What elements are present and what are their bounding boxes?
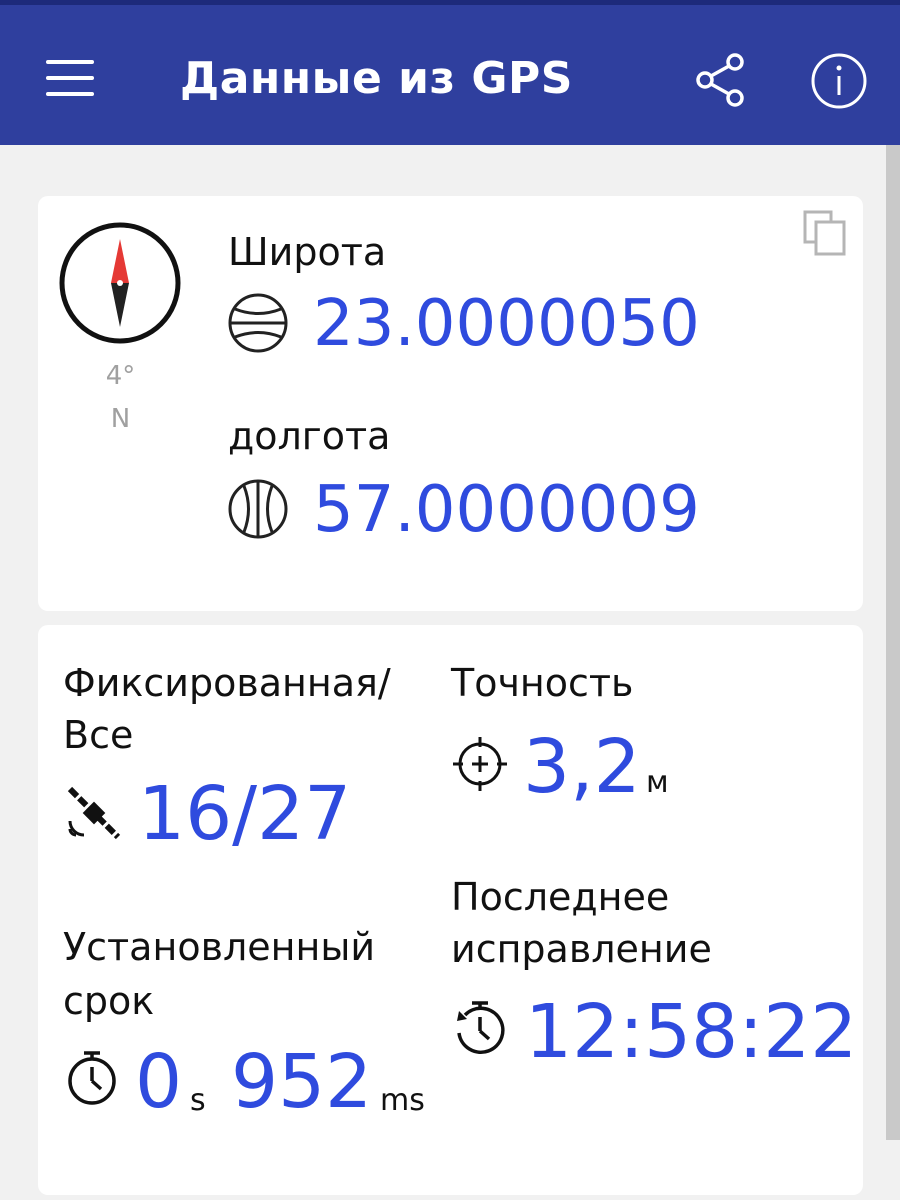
time-to-fix-label-line2: срок — [63, 979, 155, 1023]
accuracy-value: 3,2 — [523, 724, 641, 810]
time-to-fix-millis-unit: ms — [380, 1083, 425, 1118]
stopwatch-icon — [68, 1051, 116, 1105]
app-bar: Данные из GPS — [0, 0, 900, 145]
satellite-icon — [67, 786, 121, 840]
share-icon[interactable] — [695, 52, 747, 108]
last-fix-label-line1: Последнее — [451, 875, 670, 919]
time-to-fix-label-line1: Установленный — [63, 925, 376, 969]
accuracy-label: Точность — [451, 661, 634, 705]
compass-direction: N — [110, 404, 131, 434]
info-icon[interactable] — [810, 52, 868, 110]
satellites-label-line1: Фиксированная/ — [63, 661, 391, 705]
scrollbar[interactable] — [886, 145, 900, 1140]
hamburger-menu-icon[interactable] — [46, 60, 94, 96]
longitude-value: 57.0000009 — [313, 473, 700, 547]
longitude-label: долгота — [228, 414, 391, 458]
latitude-value: 23.0000050 — [313, 287, 700, 361]
copy-icon[interactable] — [803, 210, 849, 256]
longitude-globe-icon — [228, 479, 288, 539]
latitude-label: Широта — [228, 230, 387, 274]
satellites-value: 16/27 — [138, 771, 352, 857]
stopwatch-refresh-icon — [457, 1001, 505, 1054]
time-to-fix-seconds-unit: s — [190, 1083, 206, 1118]
compass-icon — [59, 222, 181, 344]
time-to-fix-millis: 952 — [231, 1039, 373, 1125]
time-to-fix-seconds: 0 — [135, 1039, 183, 1125]
accuracy-unit: м — [646, 765, 669, 800]
last-fix-value: 12:58:22 — [525, 989, 858, 1075]
stats-card: Фиксированная/ Все 16/27 Точность 3,2 м … — [38, 625, 863, 1195]
coordinates-card: 4° N Широта 23.0000050 долгота 57.000000… — [38, 196, 863, 611]
crosshair-icon — [453, 737, 507, 791]
compass-degrees: 4° — [105, 361, 136, 391]
page-title: Данные из GPS — [180, 53, 573, 104]
latitude-globe-icon — [228, 293, 288, 353]
satellites-label-line2: Все — [63, 713, 134, 757]
last-fix-label-line2: исправление — [451, 927, 712, 971]
